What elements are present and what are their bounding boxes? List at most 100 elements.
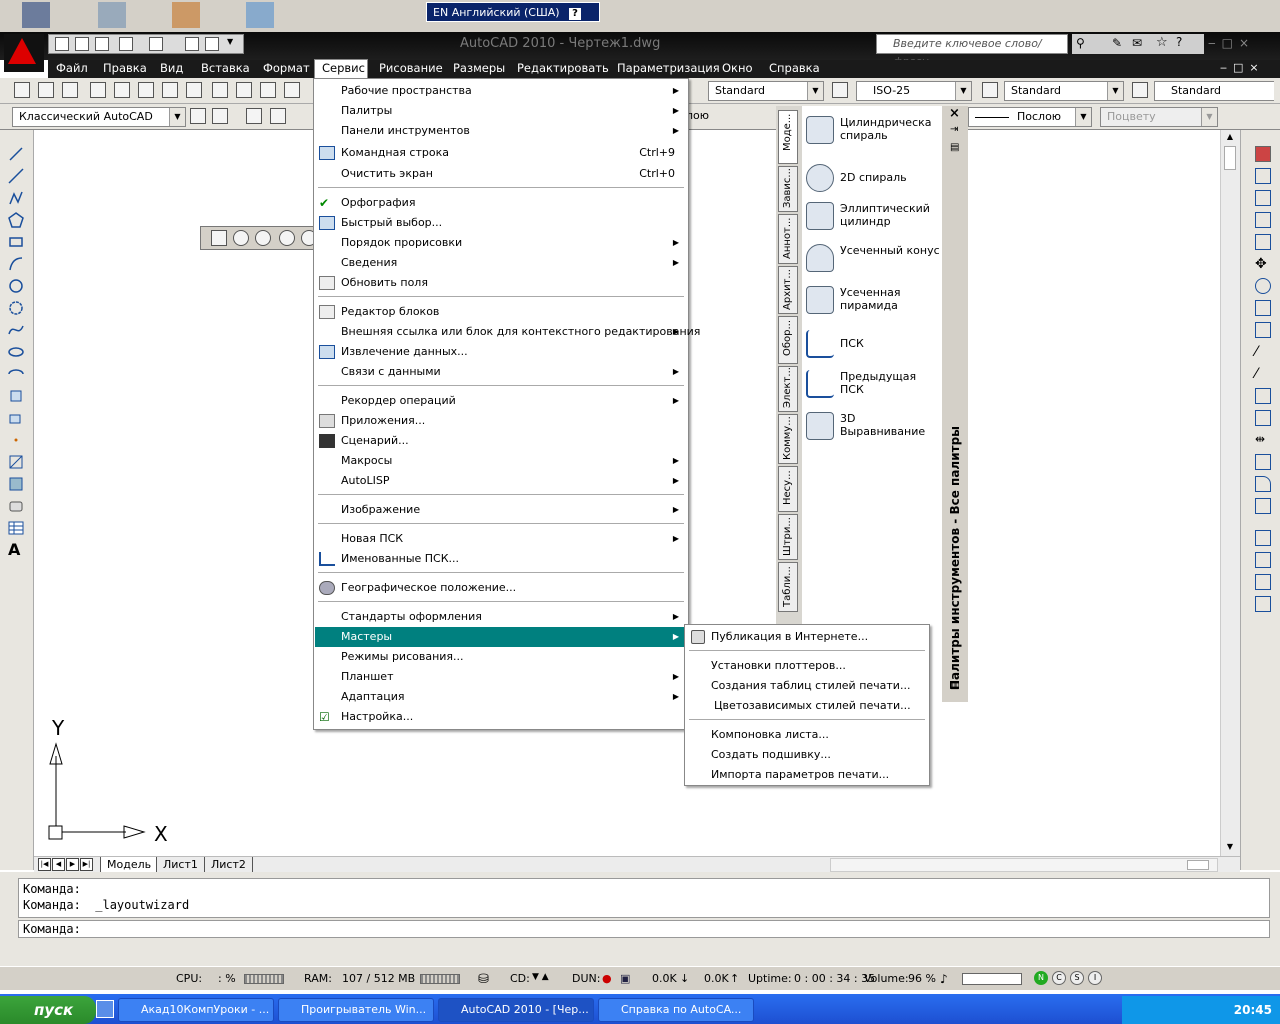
menu-item-image[interactable]: Изображение ▶ (315, 500, 687, 520)
menu-item-data-extraction[interactable]: Извлечение данных... (315, 342, 687, 362)
menu-item-workspaces[interactable]: Рабочие пространства ▶ (315, 81, 687, 101)
break-icon[interactable] (1255, 410, 1271, 426)
draworder-front-icon[interactable] (1255, 530, 1271, 546)
line-icon[interactable] (8, 146, 24, 162)
menu-item-command-line[interactable]: Командная строка Ctrl+9 (315, 143, 687, 163)
volume-slider[interactable] (962, 973, 1022, 985)
desktop-shortcut-icon[interactable] (22, 2, 50, 28)
layer-manager-icon[interactable] (246, 108, 262, 124)
extend-icon[interactable]: ⁄ (1255, 366, 1271, 382)
save-icon[interactable] (62, 82, 78, 98)
offset-icon[interactable] (1255, 212, 1271, 228)
calendar-icon[interactable] (172, 2, 200, 28)
show-desktop-icon[interactable] (96, 1000, 114, 1018)
palette-tool-ucs[interactable]: ПСК (806, 330, 940, 358)
undo-icon[interactable] (119, 37, 133, 51)
palette-tab[interactable]: Штри... (778, 514, 798, 560)
tab-first-icon[interactable]: |◀ (38, 858, 51, 871)
hatch-icon[interactable] (8, 454, 24, 470)
palette-tool-ucs-previous[interactable]: Предыдущая ПСК (806, 370, 940, 398)
menu-file[interactable]: Файл (56, 61, 88, 75)
vertical-scrollbar[interactable]: ▲ ▼ (1220, 130, 1240, 872)
palette-tab[interactable]: Завис... (778, 166, 798, 212)
plot-icon[interactable] (90, 82, 106, 98)
tab-prev-icon[interactable]: ◀ (52, 858, 65, 871)
match-properties-icon[interactable] (284, 82, 300, 98)
etransmit-icon[interactable] (186, 82, 202, 98)
menu-item-autolisp[interactable]: AutoLISP ▶ (315, 471, 687, 491)
submenu-item-add-plot-style-table[interactable]: Создания таблиц стилей печати... (686, 676, 928, 696)
menu-item-update-fields[interactable]: Обновить поля (315, 273, 687, 293)
menu-item-named-ucs[interactable]: Именованные ПСК... (315, 549, 687, 569)
subscription-icon[interactable]: ✎ (1112, 36, 1122, 50)
plot-preview-icon[interactable] (205, 37, 219, 51)
menu-window[interactable]: Окно (722, 61, 753, 75)
tab-layout2[interactable]: Лист2 (204, 857, 253, 873)
close-icon[interactable]: × (949, 106, 960, 121)
make-block-icon[interactable] (8, 410, 24, 426)
ellipse-arc-icon[interactable] (8, 366, 24, 382)
palette-tab[interactable]: Табли... (778, 562, 798, 612)
menu-item-drafting-settings[interactable]: Режимы рисования... (315, 647, 687, 667)
move-icon[interactable]: ✥ (1255, 256, 1271, 272)
palette-tab[interactable]: Архит... (778, 266, 798, 314)
text-style-select[interactable]: Standard ▼ (708, 81, 824, 101)
menu-item-new-ucs[interactable]: Новая ПСК ▶ (315, 529, 687, 549)
menu-item-draw-order[interactable]: Порядок прорисовки ▶ (315, 233, 687, 253)
submenu-item-publish-web[interactable]: Публикация в Интернете... (686, 627, 928, 647)
dimension-style-icon[interactable] (832, 82, 848, 98)
menu-item-spelling[interactable]: ✔ Орфография (315, 193, 687, 213)
scroll-up-icon[interactable]: ▲ (1223, 132, 1237, 144)
menu-item-options[interactable]: ☑ Настройка... (315, 707, 687, 727)
menu-view[interactable]: Вид (160, 61, 183, 75)
menu-item-cad-standards[interactable]: Стандарты оформления ▶ (315, 607, 687, 627)
tab-next-icon[interactable]: ▶ (66, 858, 79, 871)
break-at-point-icon[interactable] (1255, 388, 1271, 404)
table-icon[interactable] (8, 520, 24, 536)
explode-icon[interactable] (1255, 498, 1271, 514)
draworder-above-icon[interactable] (1255, 574, 1271, 590)
palette-tab[interactable]: Обор... (778, 316, 798, 364)
submenu-item-new-sheet-set[interactable]: Создать подшивку... (686, 745, 928, 765)
document-window-controls[interactable]: ‒□× (1220, 61, 1265, 74)
copy-object-icon[interactable] (1255, 168, 1271, 184)
submenu-item-add-plotter[interactable]: Установки плоттеров... (686, 656, 928, 676)
tab-last-icon[interactable]: ▶| (80, 858, 93, 871)
horizontal-scroll-thumb[interactable] (1187, 860, 1209, 870)
palette-tab[interactable]: Элект... (778, 366, 798, 412)
palette-tool-helix[interactable]: Цилиндрическа спираль (806, 116, 940, 144)
workspace-save-icon[interactable] (212, 108, 228, 124)
menu-tools[interactable]: Сервис (322, 61, 365, 75)
multileader-style-select[interactable]: Standard (1154, 81, 1274, 101)
binoculars-icon[interactable]: ⚲ (1076, 36, 1085, 50)
palette-tool-frustum-cone[interactable]: Усеченный конус (806, 244, 940, 272)
new-file-icon[interactable] (55, 37, 69, 51)
start-button[interactable]: пуск (0, 996, 96, 1024)
menu-item-wizards[interactable]: Мастеры ▶ (315, 627, 687, 647)
window-controls[interactable]: ‒□× (1208, 36, 1280, 52)
cd-eject-icon[interactable]: ▼ ▲ (532, 972, 549, 982)
dimension-style-select[interactable]: ISO-25 ▼ (856, 81, 972, 101)
communication-icon[interactable]: ✉ (1132, 36, 1142, 50)
language-bar[interactable]: EN Английский (США) ? (426, 2, 600, 22)
spline-icon[interactable] (8, 322, 24, 338)
menu-insert[interactable]: Вставка (201, 61, 250, 75)
language-help-icon[interactable]: ? (569, 8, 582, 20)
help-icon[interactable]: ? (1176, 35, 1182, 49)
menu-item-geographic-location[interactable]: Географическое положение... (315, 578, 687, 598)
toolbar-icon[interactable] (233, 230, 249, 246)
rotate-icon[interactable] (1255, 278, 1271, 294)
menu-item-toolbars[interactable]: Панели инструментов ▶ (315, 121, 687, 141)
copy-icon[interactable] (236, 82, 252, 98)
gradient-icon[interactable] (8, 476, 24, 492)
toolbar-icon[interactable] (279, 230, 295, 246)
calculator-icon[interactable] (246, 2, 274, 28)
submenu-item-import-plot-settings[interactable]: Импорта параметров печати... (686, 765, 928, 785)
open-icon[interactable] (38, 82, 54, 98)
menu-edit[interactable]: Правка (103, 61, 147, 75)
array-icon[interactable] (1255, 234, 1271, 250)
palette-tab[interactable]: Моде... (778, 110, 798, 164)
layer-bulb-icon[interactable] (270, 108, 286, 124)
menu-item-macros[interactable]: Макросы ▶ (315, 451, 687, 471)
menu-item-customize[interactable]: Адаптация ▶ (315, 687, 687, 707)
